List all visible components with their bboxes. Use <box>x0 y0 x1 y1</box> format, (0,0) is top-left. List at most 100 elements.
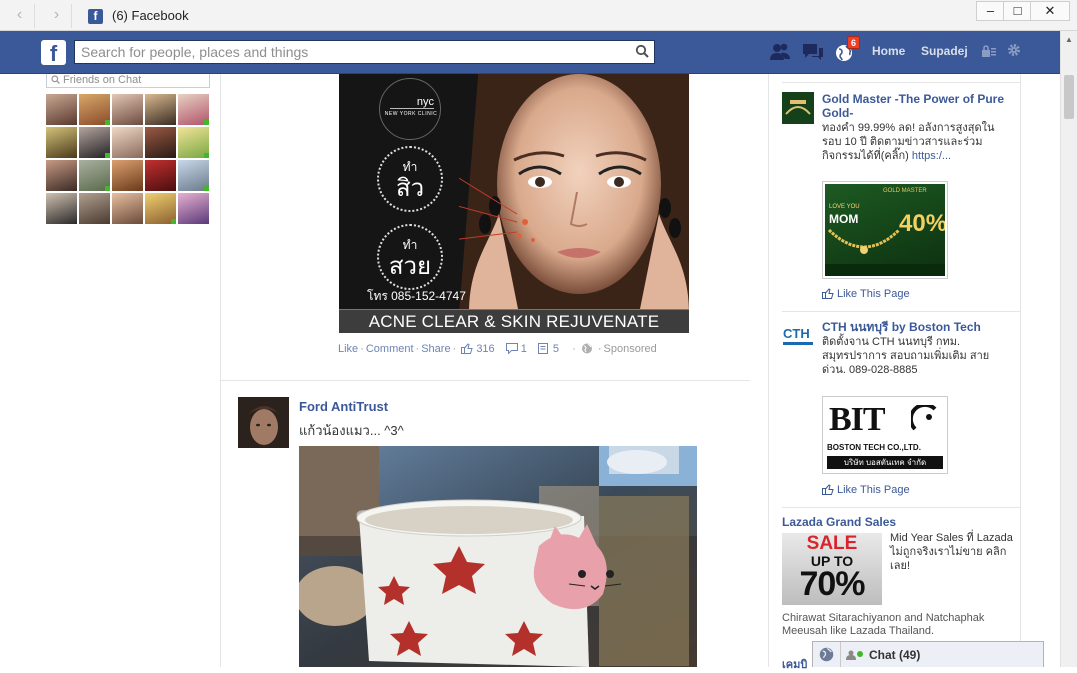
privacy-shortcuts-icon[interactable] <box>981 44 997 58</box>
chat-label[interactable]: Chat (49) <box>869 648 920 662</box>
scroll-thumb[interactable] <box>1064 75 1074 119</box>
gold-master-ad: Gold Master -The Power of Pure Gold- ทอง… <box>782 92 1018 307</box>
post-author-avatar[interactable] <box>238 397 289 448</box>
boston-tech-company: BOSTON TECH CO.,LTD. <box>827 443 921 452</box>
ad-divider <box>782 507 1020 508</box>
ad-badge-big-text: สิว <box>395 175 425 202</box>
page-scrollbar[interactable]: ▲ <box>1060 31 1077 667</box>
search-icon[interactable] <box>635 44 649 58</box>
like-link[interactable]: Like <box>338 343 358 355</box>
ad-body: ติดตั้งจาน CTH นนทบุรี กทม. สมุทรปราการ … <box>822 336 990 376</box>
share-link[interactable]: Share <box>421 343 450 355</box>
ad-divider <box>782 311 1020 312</box>
facebook-logo[interactable]: f <box>41 40 66 66</box>
thumbs-up-icon <box>822 484 834 495</box>
maximize-button[interactable]: □ <box>1003 1 1032 21</box>
boston-tech-logo-text: BIT <box>829 401 886 438</box>
post-photo[interactable] <box>299 446 697 667</box>
friend-avatar[interactable] <box>178 127 209 158</box>
person-icon <box>846 650 856 660</box>
friend-avatar[interactable] <box>112 160 143 191</box>
comment-icon <box>505 343 518 354</box>
settings-gear-icon[interactable] <box>1007 43 1021 57</box>
lazada-ad-title[interactable]: Lazada Grand Sales <box>782 515 896 529</box>
friend-requests-icon[interactable] <box>768 41 792 63</box>
friend-avatar[interactable] <box>178 160 209 191</box>
gold-master-logo-icon <box>782 92 814 124</box>
friend-avatar[interactable] <box>145 160 176 191</box>
svg-text:CTH: CTH <box>783 326 810 341</box>
clinic-logo: nyc NEW YORK CLINIC <box>379 78 441 140</box>
friend-avatar[interactable] <box>79 160 110 191</box>
gold-master-thumbnail[interactable] <box>782 92 814 124</box>
lazada-ad-image[interactable]: SALE UP TO 70% <box>782 533 882 605</box>
model-face-image <box>459 74 689 314</box>
ad-phone-number: โทร 085-152-4747 <box>367 289 466 303</box>
forward-button[interactable]: › <box>42 4 72 28</box>
facebook-favicon-icon: f <box>88 9 103 24</box>
profile-link[interactable]: Supadej <box>921 44 968 58</box>
back-button[interactable]: ‹ <box>5 4 35 28</box>
online-status-dot <box>857 651 863 657</box>
friend-avatar[interactable] <box>46 160 77 191</box>
chat-bar[interactable]: Chat (49) <box>812 641 1044 667</box>
ad-badge-acne: ทำ สิว <box>377 146 443 212</box>
friend-avatar[interactable] <box>178 94 209 125</box>
tab-title[interactable]: (6) Facebook <box>112 8 189 23</box>
search-input[interactable] <box>75 41 615 63</box>
ad-title[interactable]: CTH นนทบุรี by Boston Tech <box>822 320 1012 334</box>
messages-icon[interactable] <box>801 41 825 63</box>
comment-link[interactable]: Comment <box>366 343 414 355</box>
boston-tech-thai-name: บริษัท บอสตันเทค จำกัด <box>827 456 943 469</box>
minimize-button[interactable]: – <box>976 1 1005 21</box>
post-author-name[interactable]: Ford AntiTrust <box>299 399 388 414</box>
separator: · <box>572 343 576 355</box>
ad-link[interactable]: https:/... <box>912 150 951 162</box>
gold-ad-love: LOVE YOU <box>829 204 860 210</box>
comments-count[interactable]: 1 <box>521 343 527 355</box>
friend-avatar[interactable] <box>145 127 176 158</box>
shares-count[interactable]: 5 <box>553 343 559 355</box>
friend-avatar[interactable] <box>46 193 77 224</box>
friend-avatar[interactable] <box>79 127 110 158</box>
lazada-ad-body: Mid Year Sales ที่ Lazada ไม่ถูกจริงเราไ… <box>890 532 1013 572</box>
column-divider <box>768 74 769 667</box>
cth-ad: CTH CTH นนทบุรี by Boston Tech ติดตั้งจา… <box>782 320 1018 505</box>
friend-avatar[interactable] <box>145 94 176 125</box>
friend-avatar[interactable] <box>46 127 77 158</box>
close-window-button[interactable]: ✕ <box>1030 1 1070 21</box>
ad-title[interactable]: Gold Master -The Power of Pure Gold- <box>822 92 1012 120</box>
likes-count[interactable]: 316 <box>476 343 494 355</box>
browser-chrome: ‹ › f (6) Facebook – □ ✕ <box>0 0 1077 31</box>
chat-search-input[interactable]: Friends on Chat <box>46 74 210 88</box>
boston-tech-graphic: BIT BOSTON TECH CO.,LTD. บริษัท บอสตันเท… <box>825 399 945 471</box>
scroll-up-icon[interactable]: ▲ <box>1065 35 1073 44</box>
next-ad-title[interactable]: เคมบิ <box>782 655 807 673</box>
cth-thumbnail[interactable]: CTH <box>782 320 814 352</box>
chat-globe-icon[interactable] <box>813 642 841 667</box>
friend-avatar[interactable] <box>145 193 176 224</box>
friend-avatar[interactable] <box>79 94 110 125</box>
like-page-label: Like This Page <box>837 484 910 496</box>
friend-avatar[interactable] <box>112 94 143 125</box>
friend-avatar[interactable] <box>112 193 143 224</box>
like-page-link[interactable]: Like This Page <box>822 484 910 496</box>
separator: · <box>597 343 602 355</box>
friend-avatar[interactable] <box>79 193 110 224</box>
gold-master-ad-image[interactable]: GOLD MASTER LOVE YOU MOM 40% <box>822 181 948 279</box>
home-link[interactable]: Home <box>872 44 905 58</box>
sponsored-label[interactable]: Sponsored <box>604 343 657 355</box>
gold-ad-percent: 40% <box>899 210 945 237</box>
thumbs-up-icon <box>461 343 473 354</box>
gold-necklace-icon <box>827 228 901 254</box>
friend-avatar[interactable] <box>46 94 77 125</box>
friend-avatar[interactable] <box>178 193 209 224</box>
public-globe-icon <box>581 343 592 354</box>
sponsored-ad-image[interactable]: nyc NEW YORK CLINIC ทำ สิว ทำ สวย โทร 08… <box>339 74 689 333</box>
friend-avatar[interactable] <box>112 127 143 158</box>
like-page-link[interactable]: Like This Page <box>822 288 910 300</box>
ad-badge-big-text: สวย <box>388 253 432 280</box>
clinic-logo-text: nyc <box>390 97 434 109</box>
separator: · <box>415 343 420 355</box>
boston-tech-ad-image[interactable]: BIT BOSTON TECH CO.,LTD. บริษัท บอสตันเท… <box>822 396 948 474</box>
